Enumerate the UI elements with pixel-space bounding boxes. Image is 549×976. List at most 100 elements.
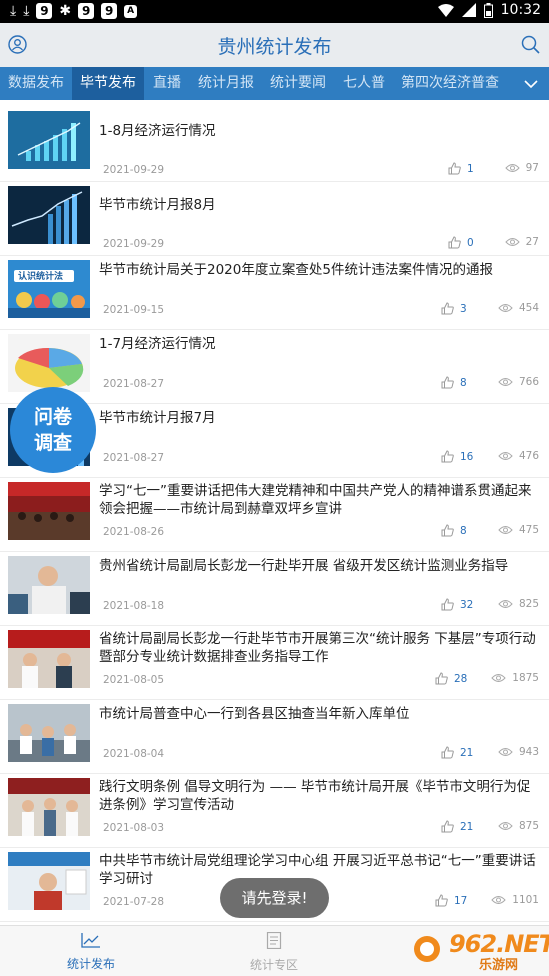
list-item[interactable]: 毕节市统计月报8月 2021-09-29 0 27 — [0, 182, 549, 256]
thumbs-up-icon — [441, 376, 454, 389]
tab-monthly-report[interactable]: 统计月报 — [198, 67, 254, 100]
category-tabs: 数据发布 毕节发布 直播 统计月报 统计要闻 七人普 第四次经济普查 — [0, 67, 549, 100]
eye-icon — [504, 238, 520, 246]
article-date: 2021-08-03 — [103, 822, 165, 834]
view-count: 97 — [525, 162, 539, 174]
notification-badge: 9 — [101, 3, 118, 19]
view-count: 1101 — [512, 894, 539, 906]
battery-icon — [483, 2, 493, 18]
list-item[interactable]: 市统计局普查中心一行到各县区抽查当年新入库单位 2021-08-04 21 94… — [0, 700, 549, 774]
notification-badge: 9 — [36, 3, 53, 19]
article-thumbnail — [8, 630, 90, 688]
article-title: 市统计局普查中心一行到各县区抽查当年新入库单位 — [99, 706, 410, 722]
like-button[interactable]: 16 — [441, 450, 473, 463]
like-button[interactable]: 8 — [441, 524, 467, 537]
like-count: 21 — [460, 820, 474, 833]
tab-census[interactable]: 七人普 — [343, 67, 385, 100]
clock: 10:32 — [500, 2, 541, 18]
like-button[interactable]: 3 — [441, 302, 467, 315]
nav-stats-release[interactable]: 统计发布 — [46, 932, 136, 972]
survey-button[interactable]: 问卷 调查 — [10, 387, 96, 473]
like-button[interactable]: 21 — [441, 746, 473, 759]
thumbs-up-icon — [441, 820, 454, 833]
watermark-logo-icon — [414, 936, 440, 962]
nav-stats-zone[interactable]: 统计专区 — [229, 931, 319, 973]
list-item[interactable]: 践行文明条例 倡导文明行为 —— 毕节市统计局开展《毕节市文明行为促进条例》学习… — [0, 774, 549, 848]
eye-icon — [498, 378, 513, 386]
like-button[interactable]: 28 — [435, 672, 467, 685]
notification-badge: 9 — [78, 3, 95, 19]
chart-line-icon — [81, 933, 100, 948]
view-count-group: 766 — [498, 376, 539, 388]
tab-bijie-release[interactable]: 毕节发布 — [72, 67, 144, 100]
thumbs-up-icon — [448, 236, 461, 249]
article-date: 2021-09-15 — [103, 304, 165, 316]
signal-icon — [461, 3, 476, 17]
like-count: 32 — [460, 598, 474, 611]
login-toast: 请先登录! — [220, 878, 329, 918]
like-button[interactable]: 32 — [441, 598, 473, 611]
article-title: 毕节市统计月报7月 — [99, 410, 216, 426]
eye-icon — [498, 526, 513, 534]
like-count: 0 — [467, 236, 474, 249]
article-date: 2021-08-27 — [103, 378, 165, 390]
article-thumbnail — [8, 482, 90, 540]
like-button[interactable]: 1 — [448, 162, 474, 175]
eye-icon — [498, 748, 513, 756]
like-count: 8 — [460, 376, 467, 389]
article-date: 2021-08-04 — [103, 748, 165, 760]
article-date: 2021-07-28 — [103, 896, 165, 908]
view-count-group: 1101 — [491, 894, 539, 906]
search-icon[interactable] — [521, 35, 540, 58]
like-button[interactable]: 17 — [435, 894, 467, 907]
nav-label: 统计专区 — [249, 958, 298, 972]
view-count: 1875 — [512, 672, 539, 684]
eye-icon — [498, 304, 513, 312]
eye-icon — [491, 674, 506, 682]
view-count: 943 — [518, 746, 539, 758]
watermark-site: 乐游网 — [479, 958, 519, 973]
list-item[interactable]: 学习“七一”重要讲话把伟大建党精神和中国共产党人的精神谱系贯通起来领会把握——市… — [0, 478, 549, 552]
list-item[interactable]: 1-8月经济运行情况 2021-09-29 1 97 — [0, 108, 549, 182]
page-title: 贵州统计发布 — [217, 36, 332, 58]
article-thumbnail — [8, 556, 90, 614]
tab-news[interactable]: 统计要闻 — [270, 67, 326, 100]
like-button[interactable]: 0 — [448, 236, 474, 249]
view-count: 825 — [518, 598, 539, 610]
tab-data-release[interactable]: 数据发布 — [0, 67, 72, 100]
view-count-group: 875 — [498, 820, 539, 832]
view-count: 476 — [518, 450, 539, 462]
eye-icon — [491, 896, 506, 904]
article-title: 毕节市统计月报8月 — [99, 197, 216, 213]
like-button[interactable]: 8 — [441, 376, 467, 389]
list-item[interactable]: 认识统计法 毕节市统计局关于2020年度立案查处5件统计违法案件情况的通报 20… — [0, 256, 549, 330]
view-count-group: 454 — [498, 302, 539, 314]
list-item[interactable]: 1-7月经济运行情况 2021-08-27 8 766 — [0, 330, 549, 404]
view-count: 454 — [518, 302, 539, 314]
document-icon — [266, 931, 282, 950]
like-count: 1 — [467, 162, 474, 175]
thumbs-up-icon — [441, 598, 454, 611]
a-icon: A — [124, 4, 138, 18]
like-button[interactable]: 21 — [441, 820, 473, 833]
nav-label: 统计发布 — [66, 957, 115, 971]
list-item[interactable]: 省统计局副局长彭龙一行赴毕节市开展第三次“统计服务 下基层”专项行动暨部分专业统… — [0, 626, 549, 700]
status-bar: ⤓ ⤓ 9 ✱ 9 9 A 10:32 — [0, 0, 549, 23]
bug-icon: ✱ — [59, 3, 72, 19]
view-count-group: 1875 — [491, 672, 539, 684]
view-count-group: 27 — [504, 236, 539, 248]
tab-live[interactable]: 直播 — [153, 67, 181, 100]
thumbs-up-icon — [441, 302, 454, 315]
chevron-down-icon[interactable] — [523, 76, 539, 95]
tab-economic-census[interactable]: 第四次经济普查 — [401, 67, 499, 100]
article-date: 2021-08-18 — [103, 600, 165, 612]
download-icon: ⤓ — [23, 3, 30, 19]
site-watermark: 962.NET 乐游网 — [409, 930, 549, 973]
thumbs-up-icon — [435, 672, 448, 685]
list-item[interactable]: 贵州省统计局副局长彭龙一行赴毕开展 省级开发区统计监测业务指导 2021-08-… — [0, 552, 549, 626]
article-title: 1-8月经济运行情况 — [99, 123, 216, 139]
view-count-group: 97 — [504, 162, 539, 174]
article-thumbnail — [8, 334, 90, 392]
like-count: 28 — [454, 672, 468, 685]
article-title: 1-7月经济运行情况 — [99, 336, 216, 352]
